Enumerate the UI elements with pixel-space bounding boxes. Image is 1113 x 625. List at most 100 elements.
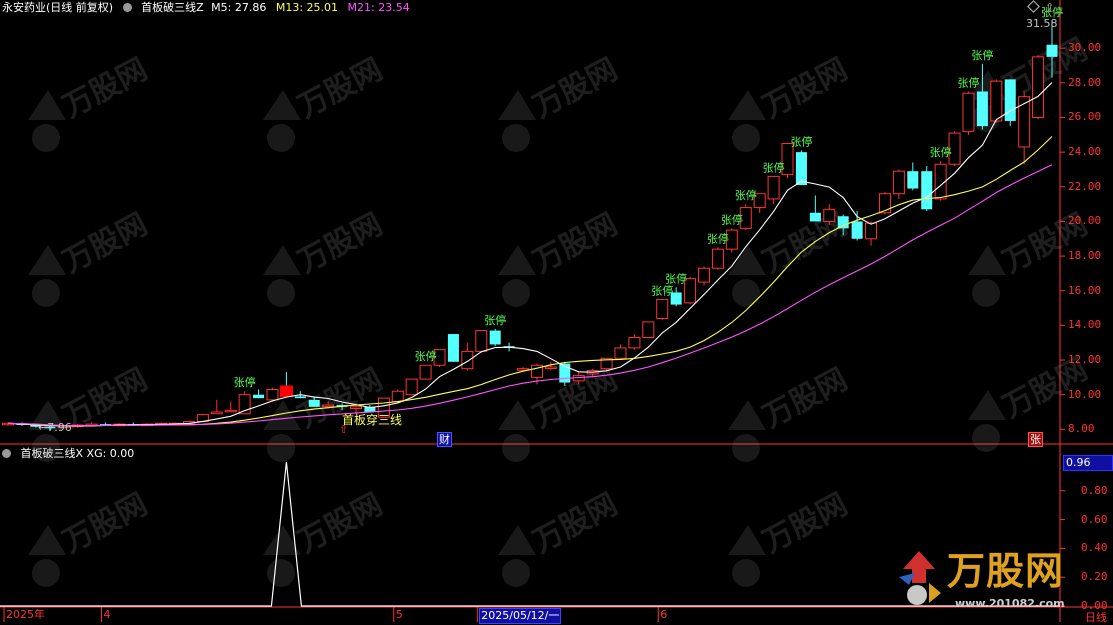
candle-down [851, 221, 863, 239]
watermark-tile: 万股网 [28, 362, 153, 462]
candle-down [1046, 44, 1058, 57]
y-tick-label: 24.00 [1068, 145, 1102, 159]
limit-up-label: 张停 [415, 349, 437, 363]
candle-down [976, 91, 988, 127]
sub-y-tick-label: 0.60 [1081, 512, 1108, 526]
y-tick-label: 12.00 [1068, 353, 1102, 367]
y-tick-label: 14.00 [1068, 318, 1102, 332]
x-tick-label: 6 [660, 608, 668, 621]
chart-canvas[interactable]: 万股网 万股网 万股网 万股网 万股网万股网 万股网 万股网 万股网 万股网万股网 万股网 万股网万… [0, 0, 1113, 622]
svg-text:万股网: 万股网 [292, 487, 388, 560]
svg-text:万股网: 万股网 [527, 207, 623, 280]
x-tick-label: 5 [395, 608, 403, 621]
candle-down [308, 399, 320, 407]
watermark-tile: 万股网 [498, 487, 623, 587]
watermark-tile: 万股网 [263, 52, 388, 152]
financial-report-badge[interactable]: 财 [437, 432, 452, 447]
candle-up [266, 388, 279, 401]
svg-text:万股网: 万股网 [757, 362, 853, 435]
candle-down [809, 212, 821, 222]
m21-line [7, 164, 1053, 427]
candle-down [907, 171, 919, 189]
watermark-tile: 万股网 [728, 487, 853, 587]
watermark-tile: 万股网 [498, 52, 623, 152]
candle-down [837, 216, 849, 229]
signal-label: 首板穿三线 [342, 413, 403, 427]
candle-up [698, 267, 710, 283]
sub-current-value-box: 0.96 [1063, 455, 1113, 471]
limit-up-badge[interactable]: 张 [1028, 432, 1043, 447]
candle-up [224, 409, 237, 413]
svg-text:万股网: 万股网 [757, 52, 853, 125]
svg-text:万股网: 万股网 [57, 487, 153, 560]
x-tick-label: 2025年 [6, 608, 45, 621]
svg-text:万股网: 万股网 [527, 52, 623, 125]
candle-up [461, 350, 474, 370]
candle-up [322, 404, 335, 408]
stock-chart-window: 永安药业(日线 前复权) 首板破三线Z M5: 27.86 M13: 25.01… [0, 0, 1113, 624]
candle-up [419, 364, 432, 380]
candle-up [350, 406, 362, 410]
candle-down [253, 394, 265, 399]
candle-down [447, 334, 459, 362]
svg-text:万股网: 万股网 [292, 52, 388, 125]
svg-text:万股网: 万股网 [292, 207, 388, 280]
brand-name: 万股网 [947, 549, 1065, 593]
candle-up [711, 248, 724, 269]
candle-up [892, 170, 905, 195]
svg-text:万股网: 万股网 [57, 207, 153, 280]
candle-up [823, 208, 836, 222]
high-price-marker: 31.58 [1026, 17, 1058, 30]
candle-up [614, 347, 627, 359]
y-tick-label: 28.00 [1068, 75, 1102, 89]
candle-up [642, 321, 655, 339]
y-tick-label: 20.00 [1068, 214, 1102, 228]
x-tick-label: 4 [103, 608, 111, 621]
watermark-tile: 万股网 [28, 487, 153, 587]
candle-up [475, 330, 488, 352]
limit-up-label: 张停 [735, 188, 757, 202]
watermark-tile: 万股网 [28, 207, 153, 307]
candle-up [628, 337, 641, 349]
svg-text:万股网: 万股网 [527, 487, 623, 560]
y-tick-label: 16.00 [1068, 283, 1102, 297]
limit-up-label: 张停 [930, 145, 952, 159]
watermark-tile: 万股网 [28, 52, 153, 152]
candle-down [1004, 79, 1016, 121]
watermark-tile: 万股网 [728, 362, 853, 462]
limit-up-label: 张停 [707, 231, 729, 245]
watermark-tile: 万股网 [263, 207, 388, 307]
y-tick-label: 10.00 [1068, 387, 1102, 401]
watermark-tile: 万股网 [498, 207, 623, 307]
y-tick-label: 30.00 [1068, 41, 1102, 55]
candle-up [391, 390, 404, 403]
candle-down [489, 330, 501, 345]
limit-up-label: 张停 [484, 313, 506, 327]
svg-text:万股网: 万股网 [57, 52, 153, 125]
y-tick-label: 26.00 [1068, 110, 1102, 124]
candle-up [656, 298, 669, 319]
limit-up-label: 张停 [957, 75, 979, 89]
low-price-marker: ←7.96 [38, 421, 72, 434]
brand-watermark: 万股网 www.201082.com [893, 545, 1089, 617]
brand-url: www.201082.com [955, 597, 1065, 610]
limit-up-label: 张停 [763, 160, 785, 174]
y-tick-label: 18.00 [1068, 249, 1102, 263]
candle-down [795, 152, 807, 186]
candle-up [767, 175, 780, 200]
candle-up [990, 80, 1003, 122]
y-tick-label: 8.00 [1068, 422, 1095, 436]
limit-up-label: 张停 [651, 283, 673, 297]
limit-up-label: 张停 [234, 375, 256, 389]
limit-up-label: 张停 [790, 134, 812, 148]
candle-up [544, 366, 557, 369]
svg-text:万股网: 万股网 [757, 487, 853, 560]
arrow-up-icon[interactable]: ⇧ [1045, 1, 1054, 14]
brand-logo-icon [895, 549, 943, 611]
candle-up [405, 378, 418, 396]
signal-arrow-icon: ⇧ [339, 423, 349, 436]
candle-up [865, 222, 878, 240]
candle-down [921, 171, 933, 210]
limit-up-label: 张停 [665, 271, 687, 285]
limit-up-label: 张停 [721, 212, 743, 226]
